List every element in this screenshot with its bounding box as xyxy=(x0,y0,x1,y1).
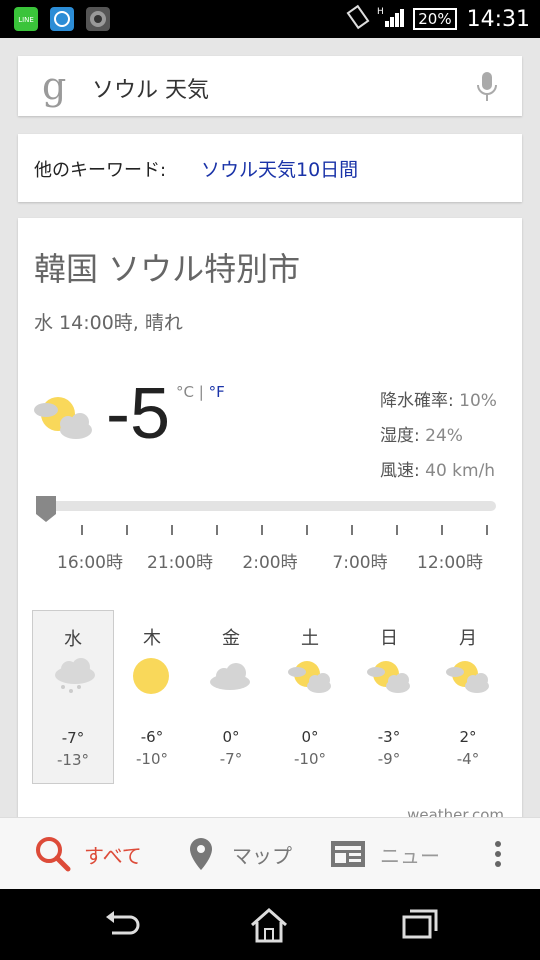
precipitation: 降水確率: 10% xyxy=(380,386,497,411)
day-name: 日 xyxy=(380,628,398,649)
forecast-low: -10° xyxy=(136,750,168,768)
timeline-tick xyxy=(486,525,488,535)
current-temperature: -5 xyxy=(106,374,171,454)
precipitation-value: 10% xyxy=(459,391,497,411)
forecast-day-mon[interactable]: 月 2° -4° xyxy=(427,610,509,784)
forecast-day-sat[interactable]: 土 0° -10° xyxy=(269,610,351,784)
humidity: 湿度: 24% xyxy=(380,421,463,446)
forecast-high: 0° xyxy=(222,728,240,746)
timeline-tick xyxy=(126,525,128,535)
partly-cloudy-icon xyxy=(366,656,412,700)
forecast-high: 0° xyxy=(301,728,319,746)
forecast-high: -7° xyxy=(61,729,85,747)
timeline-tick xyxy=(216,525,218,535)
unit-fahrenheit[interactable]: °F xyxy=(209,383,225,401)
day-name: 土 xyxy=(301,628,319,649)
timeline-slider-handle[interactable] xyxy=(34,494,58,524)
related-keywords-card: 他のキーワード: ソウル天気10日間 xyxy=(18,134,522,202)
timeline-tick xyxy=(396,525,398,535)
weather-card: 韓国 ソウル特別市 水 14:00時, 晴れ -5 °C | °F 降水確率: … xyxy=(18,218,522,824)
snow-cloud-icon xyxy=(51,657,97,701)
timeline-label: 2:00時 xyxy=(242,553,298,573)
precipitation-label: 降水確率: xyxy=(380,391,454,411)
forecast-low: -4° xyxy=(456,750,480,768)
search-bar[interactable]: g ソウル 天気 xyxy=(18,56,522,116)
unit-celsius[interactable]: °C xyxy=(176,383,194,401)
battery-icon: 20% xyxy=(413,8,457,30)
back-icon[interactable] xyxy=(102,907,142,945)
news-icon xyxy=(331,841,365,867)
timeline-tick xyxy=(261,525,263,535)
network-type-label: H xyxy=(377,7,384,17)
cloud-icon xyxy=(208,656,254,700)
navigation-bar xyxy=(0,889,540,960)
forecast-low: -10° xyxy=(294,750,326,768)
weather-location: 韓国 ソウル特別市 xyxy=(34,250,301,288)
home-icon[interactable] xyxy=(248,907,290,949)
svg-text:LINE: LINE xyxy=(18,16,34,24)
forecast-day-thu[interactable]: 木 -6° -10° xyxy=(111,610,193,784)
timeline-tick xyxy=(306,525,308,535)
forecast-high: -3° xyxy=(377,728,401,746)
unit-separator: | xyxy=(193,383,209,401)
timeline-label: 21:00時 xyxy=(147,553,213,573)
battery-level: 20% xyxy=(418,10,452,28)
tab-news[interactable]: ニュー xyxy=(330,818,458,890)
timeline-tick xyxy=(351,525,353,535)
tab-maps[interactable]: マップ xyxy=(186,818,292,890)
forecast-low: -9° xyxy=(377,750,401,768)
signal-icon: H xyxy=(377,5,407,33)
related-keywords-label: 他のキーワード: xyxy=(34,160,167,181)
unit-toggle[interactable]: °C | °F xyxy=(176,383,225,401)
game-app-icon xyxy=(86,7,110,31)
search-icon xyxy=(36,837,71,872)
humidity-label: 湿度: xyxy=(380,426,420,446)
day-name: 金 xyxy=(222,628,240,649)
forecast-day-fri[interactable]: 金 0° -7° xyxy=(190,610,272,784)
recent-apps-icon[interactable] xyxy=(400,907,440,945)
google-logo-icon: g xyxy=(42,64,67,108)
timeline-slider[interactable] xyxy=(36,501,496,511)
day-name: 木 xyxy=(143,628,161,649)
microphone-icon[interactable] xyxy=(474,70,500,108)
chat-app-icon xyxy=(50,7,74,31)
overflow-menu-icon[interactable] xyxy=(486,818,510,890)
status-bar: LINE H 20% 14:31 xyxy=(0,0,540,38)
weather-condition: 水 14:00時, 晴れ xyxy=(34,312,183,334)
partly-cloudy-icon xyxy=(445,656,491,700)
tab-maps-label: マップ xyxy=(232,843,292,868)
timeline-tick xyxy=(441,525,443,535)
humidity-value: 24% xyxy=(425,426,463,446)
search-query[interactable]: ソウル 天気 xyxy=(92,72,209,104)
sun-icon xyxy=(129,656,175,700)
forecast-high: 2° xyxy=(459,728,477,746)
map-pin-icon xyxy=(190,838,212,870)
timeline-label: 7:00時 xyxy=(332,553,388,573)
forecast-high: -6° xyxy=(140,728,164,746)
line-app-icon: LINE xyxy=(14,7,38,31)
timeline-tick xyxy=(171,525,173,535)
timeline-tick xyxy=(81,525,83,535)
day-name: 月 xyxy=(459,628,477,649)
wind-value: 40 km/h xyxy=(425,461,496,481)
timeline-label: 12:00時 xyxy=(417,553,483,573)
rotate-icon xyxy=(345,4,371,34)
tab-news-label: ニュー xyxy=(380,843,440,868)
timeline-label: 16:00時 xyxy=(57,553,123,573)
forecast-day-sun[interactable]: 日 -3° -9° xyxy=(348,610,430,784)
clock: 14:31 xyxy=(466,6,530,32)
partly-cloudy-icon xyxy=(32,390,96,448)
wind-label: 風速: xyxy=(380,461,420,481)
tab-all-label: すべて xyxy=(84,843,142,868)
partly-cloudy-icon xyxy=(287,656,333,700)
related-keyword-link[interactable]: ソウル天気10日間 xyxy=(201,155,358,182)
search-type-tabs: すべて マップ ニュー xyxy=(0,817,540,889)
forecast-day-wed[interactable]: 水 -7° -13° xyxy=(32,610,114,784)
forecast-low: -7° xyxy=(219,750,243,768)
wind: 風速: 40 km/h xyxy=(380,456,495,481)
forecast-low: -13° xyxy=(57,751,89,769)
tab-all[interactable]: すべて xyxy=(34,818,142,890)
day-name: 水 xyxy=(64,629,82,650)
